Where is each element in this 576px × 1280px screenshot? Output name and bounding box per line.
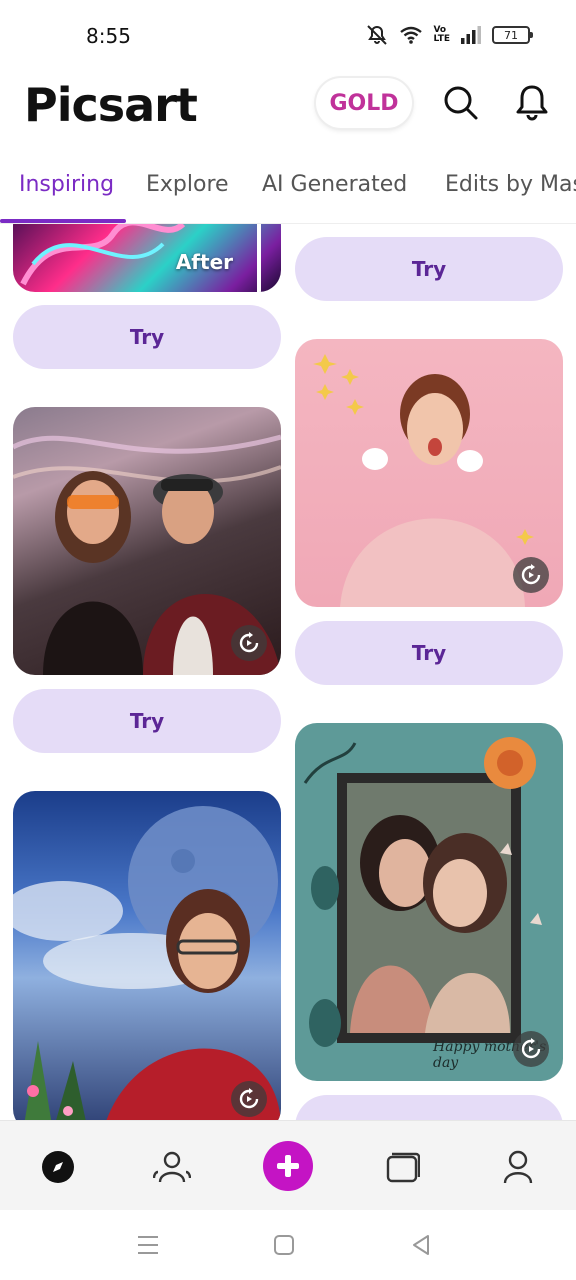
feed-card-couple[interactable] (13, 407, 281, 675)
discover-icon (42, 1151, 74, 1183)
tab-ai-generated[interactable]: AI Generated (262, 172, 407, 197)
mute-icon (367, 25, 388, 45)
gold-button[interactable]: GOLD (316, 78, 412, 128)
picsart-logo: Picsart (24, 78, 198, 132)
nav-projects[interactable] (379, 1143, 427, 1191)
projects-icon (386, 1152, 420, 1183)
feed: After Try Try Try Try Happy mother's day (0, 224, 576, 1120)
bottom-navigation (0, 1120, 576, 1210)
nav-discover[interactable] (34, 1143, 82, 1191)
try-button[interactable]: Try (13, 305, 281, 369)
tab-inspiring[interactable]: Inspiring (19, 172, 114, 197)
battery-level: 71 (504, 28, 518, 42)
community-icon (153, 1151, 191, 1183)
volte-indicator: Vo LTE (433, 25, 450, 44)
feed-card-mothers-day[interactable]: Happy mother's day (295, 723, 563, 1081)
tab-explore[interactable]: Explore (146, 172, 229, 197)
tab-edits-by-masters[interactable]: Edits by Mast (445, 172, 576, 197)
plus-icon (277, 1155, 299, 1177)
feed-card-moon-girl[interactable] (13, 791, 281, 1120)
moon-girl-art (13, 806, 281, 1120)
bell-icon[interactable] (512, 82, 552, 122)
try-button-partial[interactable] (295, 1095, 563, 1120)
app-header: Picsart GOLD (0, 72, 576, 160)
system-navigation (0, 1210, 576, 1280)
wifi-icon (400, 26, 423, 44)
category-tabs: Inspiring Explore AI Generated Edits by … (0, 160, 576, 224)
battery-icon: 71 (492, 26, 533, 44)
after-label: After (175, 250, 233, 274)
status-time: 8:55 (86, 24, 131, 48)
nav-community[interactable] (148, 1143, 196, 1191)
flamingo-art (20, 224, 261, 292)
try-button[interactable]: Try (295, 621, 563, 685)
status-icons: Vo LTE 71 (365, 24, 533, 46)
menu-icon[interactable] (135, 1232, 161, 1258)
home-icon[interactable] (271, 1232, 297, 1258)
replay-icon[interactable] (231, 625, 267, 661)
mothers-day-art (303, 737, 542, 1047)
create-button[interactable] (263, 1141, 313, 1191)
profile-icon (503, 1150, 533, 1184)
signal-icon (461, 26, 481, 44)
replay-icon[interactable] (513, 557, 549, 593)
nav-profile[interactable] (494, 1143, 542, 1191)
feed-card-flamingo[interactable]: After (13, 224, 281, 292)
replay-icon[interactable] (231, 1081, 267, 1117)
status-bar: 8:55 Vo LTE 71 (0, 0, 576, 72)
replay-icon[interactable] (513, 1031, 549, 1067)
back-icon[interactable] (408, 1232, 434, 1258)
feed-card-pink-girl[interactable] (295, 339, 563, 607)
search-icon[interactable] (440, 82, 480, 122)
try-button[interactable]: Try (13, 689, 281, 753)
active-tab-indicator (0, 219, 126, 223)
try-button[interactable]: Try (295, 237, 563, 301)
